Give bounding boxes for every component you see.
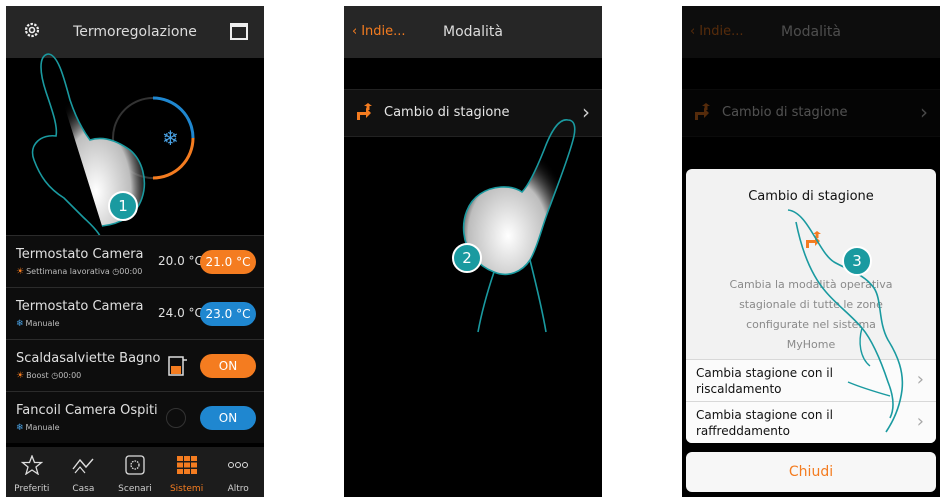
chevron-right-icon: › [916, 369, 924, 390]
cooling-option[interactable]: Cambia stagione con il raffreddamento › [686, 401, 936, 443]
snowflake-icon: ❄ [16, 423, 24, 433]
option-label: Cambia stagione con il raffreddamento [696, 408, 833, 438]
chevron-right-icon: › [916, 411, 924, 432]
season-dialog: Cambio di stagione Cambia la modalità op… [686, 169, 936, 443]
page-title: Modalità [781, 24, 841, 40]
header-bar: Termoregolazione [6, 6, 264, 58]
hand-pointer-icon [462, 119, 576, 333]
header-bar: ‹ Indie... Modalità [344, 6, 602, 58]
tab-label: Casa [72, 484, 95, 494]
zone-temperature: 24.0 °C [158, 306, 203, 320]
zone-name: Fancoil Camera Ospiti [16, 403, 158, 418]
header-bar: ‹ Indie... Modalità [682, 6, 940, 58]
snowflake-icon: ❄ [162, 126, 179, 150]
zone-name: Termostato Camera [16, 299, 144, 314]
back-button[interactable]: ‹ Indie... [690, 24, 744, 39]
chevron-right-icon: › [582, 100, 590, 124]
step-badge-2: 2 [452, 243, 482, 273]
season-change-icon [806, 231, 821, 248]
tab-label: Preferiti [14, 484, 50, 494]
row-label: Cambio di stagione [384, 105, 510, 120]
zone-row[interactable]: Termostato Camera ❄ Manuale 24.0 °C 23.0 … [6, 287, 264, 339]
heating-option[interactable]: Cambia stagione con il riscaldamento › [686, 359, 936, 401]
tab-label: Scenari [118, 484, 152, 494]
zone-program: ☀ Boost ◷00:00 [16, 371, 82, 381]
snowflake-icon: ❄ [16, 319, 24, 329]
more-icon [228, 462, 249, 468]
close-button[interactable]: Chiudi [686, 452, 936, 492]
dialog-title: Cambio di stagione [748, 189, 874, 204]
row-label: Cambio di stagione [722, 105, 848, 120]
tutorial-stage: Termoregolazione ❄ 1 Termostato Camera ☀… [0, 0, 944, 497]
season-change-icon [357, 103, 372, 120]
page-title: Modalità [443, 24, 503, 40]
dialog-description: Cambia la modalità operativa stagionale … [729, 278, 893, 351]
zone-program: ❄ Manuale [16, 319, 60, 329]
zone-row[interactable]: Termostato Camera ☀ Settimana lavorativa … [6, 235, 264, 287]
tab-label: Sistemi [169, 484, 204, 494]
thermostat-dial[interactable]: ❄ [110, 95, 196, 181]
star-icon [20, 455, 43, 475]
tab-altro[interactable]: Altro [212, 447, 264, 497]
back-button[interactable]: ‹ Indie... [352, 24, 406, 39]
sun-icon: ☀ [16, 267, 25, 277]
phone-screen-modalita: ‹Indie... Modalità Cambio di stagione › [344, 6, 602, 497]
phone-screen-termoregolazione: Termoregolazione ❄ 1 Termostato Camera ☀… [6, 6, 264, 497]
step-badge-3: 3 [842, 246, 872, 276]
gear-icon[interactable] [22, 20, 42, 40]
tab-bar: Preferiti Casa Scenari Sistemi Altro [6, 447, 264, 497]
zone-name: Termostato Camera [16, 247, 144, 262]
setpoint-button[interactable]: 23.0 °C [200, 302, 256, 326]
season-change-icon [695, 103, 710, 120]
toggle-on-button[interactable]: ON [200, 354, 256, 378]
zone-program: ❄ Manuale [16, 423, 60, 433]
zone-row[interactable]: Fancoil Camera Ospiti ❄ Manuale ON [6, 391, 264, 443]
tab-preferiti[interactable]: Preferiti [6, 447, 58, 497]
tab-sistemi[interactable]: Sistemi [161, 447, 213, 497]
chevron-left-icon: ‹ [690, 24, 696, 39]
fan-icon [166, 408, 186, 428]
chevron-left-icon: ‹ [352, 24, 358, 39]
toggle-on-button[interactable]: ON [200, 406, 256, 430]
scenario-icon [125, 455, 145, 475]
option-label: Cambia stagione con il riscaldamento [696, 366, 833, 396]
step-badge-1: 1 [108, 191, 138, 221]
page-title: Termoregolazione [73, 24, 197, 40]
tab-scenari[interactable]: Scenari [109, 447, 161, 497]
season-change-row: Cambio di stagione › [682, 89, 940, 137]
setpoint-button[interactable]: 21.0 °C [200, 250, 256, 274]
grid-icon [176, 456, 197, 474]
zone-name: Scaldasalviette Bagno [16, 351, 161, 366]
season-change-row[interactable]: Cambio di stagione › [344, 89, 602, 137]
towel-warmer-icon [168, 356, 187, 376]
zone-list: Termostato Camera ☀ Settimana lavorativa … [6, 235, 264, 443]
calendar-icon[interactable] [230, 23, 248, 40]
sun-icon: ☀ [16, 371, 25, 381]
tab-casa[interactable]: Casa [58, 447, 110, 497]
house-icon [72, 458, 94, 474]
zone-program: ☀ Settimana lavorativa ◷00:00 [16, 267, 143, 277]
tab-label: Altro [227, 484, 249, 494]
zone-row[interactable]: Scaldasalviette Bagno ☀ Boost ◷00:00 ON [6, 339, 264, 391]
zone-temperature: 20.0 °C [158, 254, 203, 268]
phone-screen-dialog: ‹ Indie... Modalità Cambio di stagione › … [682, 6, 940, 497]
chevron-right-icon: › [920, 100, 928, 124]
